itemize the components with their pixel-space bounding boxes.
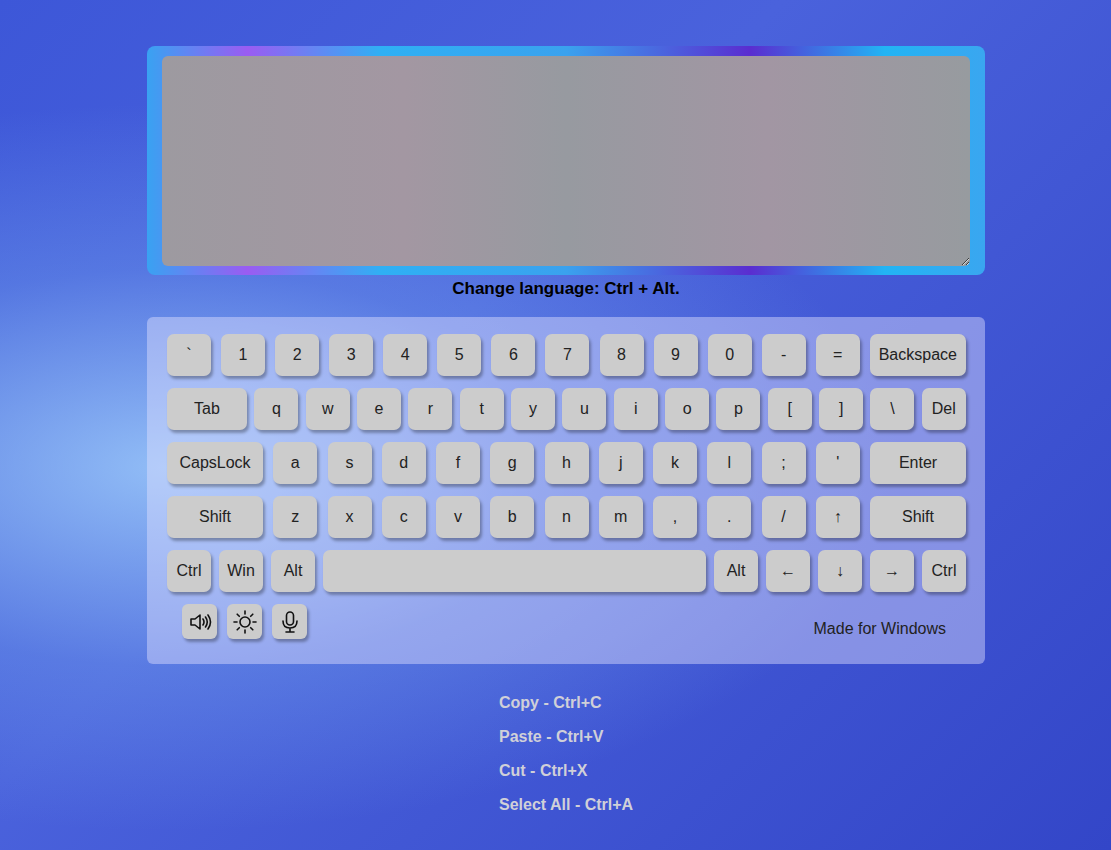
key[interactable]: - — [762, 334, 806, 376]
theme-button[interactable] — [227, 604, 262, 639]
key[interactable]: c — [382, 496, 426, 538]
key[interactable]: Shift — [870, 496, 966, 538]
key[interactable]: → — [870, 550, 914, 592]
shortcut-item: Cut - Ctrl+X — [499, 761, 985, 781]
shortcut-item: Select All - Ctrl+A — [499, 795, 985, 815]
key[interactable]: Ctrl — [167, 550, 211, 592]
key[interactable]: u — [562, 388, 606, 430]
keyboard: `1234567890-=Backspace Tabqwertyuiop[]\De… — [147, 317, 985, 664]
key[interactable]: Enter — [870, 442, 966, 484]
key[interactable]: Alt — [714, 550, 758, 592]
key[interactable]: q — [254, 388, 298, 430]
key-row: Tabqwertyuiop[]\Del — [167, 388, 966, 430]
key[interactable]: k — [653, 442, 697, 484]
key[interactable]: ` — [167, 334, 211, 376]
language-hint: Change language: Ctrl + Alt. — [147, 275, 985, 317]
key[interactable]: w — [306, 388, 350, 430]
key[interactable]: x — [328, 496, 372, 538]
key[interactable]: 6 — [491, 334, 535, 376]
key[interactable]: v — [436, 496, 480, 538]
key[interactable]: r — [408, 388, 452, 430]
key[interactable]: Ctrl — [922, 550, 966, 592]
key[interactable]: Del — [922, 388, 966, 430]
key[interactable]: 7 — [545, 334, 589, 376]
text-input[interactable] — [162, 56, 970, 266]
shortcut-list: Copy - Ctrl+C Paste - Ctrl+V Cut - Ctrl+X S… — [499, 693, 985, 815]
sun-icon — [232, 609, 258, 635]
key[interactable]: 4 — [383, 334, 427, 376]
key[interactable]: ↓ — [818, 550, 862, 592]
keyboard-footer: Made for Windows — [167, 604, 966, 639]
key[interactable]: = — [816, 334, 860, 376]
key[interactable]: n — [545, 496, 589, 538]
key[interactable]: e — [357, 388, 401, 430]
key[interactable]: Alt — [271, 550, 315, 592]
key[interactable]: ; — [762, 442, 806, 484]
key[interactable]: . — [707, 496, 751, 538]
key[interactable]: [ — [768, 388, 812, 430]
key[interactable]: 5 — [437, 334, 481, 376]
footer-note: Made for Windows — [814, 619, 947, 639]
key[interactable]: m — [599, 496, 643, 538]
key[interactable]: 9 — [654, 334, 698, 376]
key[interactable]: g — [490, 442, 534, 484]
key[interactable]: 8 — [600, 334, 644, 376]
key[interactable]: d — [382, 442, 426, 484]
key[interactable]: / — [762, 496, 806, 538]
key[interactable]: , — [653, 496, 697, 538]
key[interactable]: ↑ — [816, 496, 860, 538]
key[interactable]: j — [599, 442, 643, 484]
key[interactable]: a — [273, 442, 317, 484]
key[interactable]: 1 — [221, 334, 265, 376]
key[interactable]: p — [716, 388, 760, 430]
key[interactable]: CapsLock — [167, 442, 263, 484]
key[interactable]: l — [707, 442, 751, 484]
key[interactable]: Tab — [167, 388, 247, 430]
key[interactable]: ← — [766, 550, 810, 592]
main: Change language: Ctrl + Alt.`1234567890-… — [147, 46, 985, 815]
key[interactable]: t — [460, 388, 504, 430]
key[interactable]: z — [273, 496, 317, 538]
editor-frame — [147, 46, 985, 275]
key[interactable]: 0 — [708, 334, 752, 376]
key[interactable]: o — [665, 388, 709, 430]
key[interactable]: s — [328, 442, 372, 484]
shortcut-item: Copy - Ctrl+C — [499, 693, 985, 713]
key[interactable]: ' — [816, 442, 860, 484]
microphone-icon — [277, 609, 303, 635]
speaker-icon — [187, 609, 213, 635]
sound-button[interactable] — [182, 604, 217, 639]
key[interactable]: ] — [819, 388, 863, 430]
key[interactable]: Win — [219, 550, 263, 592]
key[interactable]: \ — [870, 388, 914, 430]
key[interactable]: Backspace — [870, 334, 966, 376]
key-row: `1234567890-=Backspace — [167, 334, 966, 376]
key[interactable]: f — [436, 442, 480, 484]
key[interactable] — [323, 550, 706, 592]
microphone-button[interactable] — [272, 604, 307, 639]
key[interactable]: h — [545, 442, 589, 484]
key-row: Shiftzxcvbnm,./↑Shift — [167, 496, 966, 538]
page: Change language: Ctrl + Alt.`1234567890-… — [0, 0, 1111, 850]
shortcut-item: Paste - Ctrl+V — [499, 727, 985, 747]
key[interactable]: b — [490, 496, 534, 538]
key[interactable]: y — [511, 388, 555, 430]
key[interactable]: 2 — [275, 334, 319, 376]
controls — [182, 604, 307, 639]
key[interactable]: i — [614, 388, 658, 430]
key[interactable]: 3 — [329, 334, 373, 376]
key-row: CtrlWinAltAlt←↓→Ctrl — [167, 550, 966, 592]
key[interactable]: Shift — [167, 496, 263, 538]
key-row: CapsLockasdfghjkl;'Enter — [167, 442, 966, 484]
